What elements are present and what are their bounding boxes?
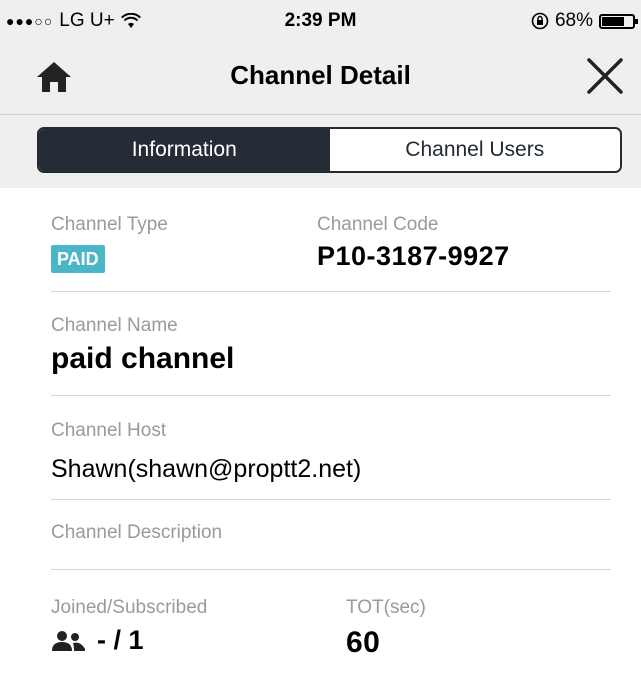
- divider: [51, 291, 611, 292]
- status-right: 68%: [531, 10, 638, 32]
- battery-fill: [602, 16, 624, 26]
- rotation-lock-icon: [531, 12, 549, 30]
- battery-icon: [599, 13, 638, 29]
- channel-name-value: paid channel: [51, 342, 235, 375]
- channel-type-label: Channel Type: [51, 214, 168, 235]
- tab-information[interactable]: Information: [39, 129, 330, 171]
- joined-subscribed-row: - / 1: [51, 625, 144, 656]
- tab-bar: Information Channel Users: [0, 115, 641, 188]
- channel-host-value: Shawn(shawn@proptt2.net): [51, 455, 362, 483]
- status-bar: ●●●○○ LG U+ 2:39 PM 68%: [0, 0, 641, 44]
- nav-bar: Channel Detail: [0, 44, 641, 115]
- battery-percent: 68%: [554, 10, 593, 31]
- joined-subscribed-value: - / 1: [97, 625, 144, 655]
- channel-host-label: Channel Host: [51, 420, 167, 441]
- divider: [51, 569, 611, 570]
- users-icon: [52, 630, 85, 651]
- channel-code-value: P10-3187-9927: [317, 241, 510, 271]
- channel-type-badge: PAID: [51, 245, 105, 273]
- channel-code-label: Channel Code: [317, 214, 439, 235]
- divider: [51, 395, 611, 396]
- tot-value: 60: [346, 626, 381, 659]
- tot-label: TOT(sec): [346, 597, 426, 618]
- tab-channel-users[interactable]: Channel Users: [329, 129, 620, 171]
- joined-subscribed-label: Joined/Subscribed: [51, 597, 208, 618]
- page-title: Channel Detail: [230, 60, 411, 90]
- close-button[interactable]: [583, 54, 627, 98]
- segmented-control: Information Channel Users: [37, 127, 622, 173]
- channel-description-label: Channel Description: [51, 522, 223, 543]
- channel-name-label: Channel Name: [51, 315, 178, 336]
- divider: [51, 499, 611, 500]
- close-icon: [587, 58, 623, 94]
